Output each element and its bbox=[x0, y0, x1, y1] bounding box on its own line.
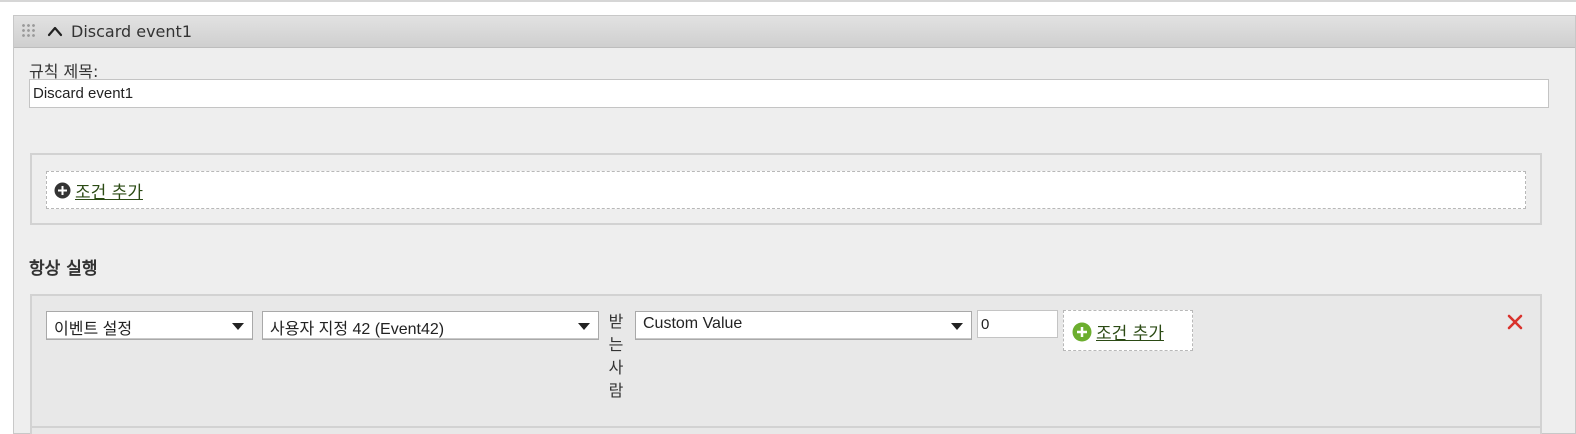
top-border bbox=[0, 0, 1576, 2]
value-type-value: Custom Value bbox=[643, 315, 743, 332]
chevron-down-icon bbox=[232, 323, 244, 330]
event-select[interactable]: 사용자 지정 42 (Event42) bbox=[262, 311, 599, 340]
add-condition-label: 조건 추가 bbox=[75, 183, 143, 203]
chevron-down-icon bbox=[951, 323, 963, 330]
recipient-char: 사 bbox=[608, 358, 624, 377]
always-run-heading: 항상 실행 bbox=[29, 259, 98, 279]
recipient-label: 받 는 사 람 bbox=[605, 310, 627, 402]
custom-value-input[interactable] bbox=[977, 310, 1058, 338]
conditions-box: 조건 추가 bbox=[30, 153, 1542, 225]
inline-add-dropzone: 조건 추가 bbox=[1063, 310, 1193, 351]
chevron-up-icon[interactable] bbox=[46, 23, 64, 41]
actions-divider bbox=[32, 426, 1540, 428]
rule-header[interactable]: Discard event1 bbox=[14, 16, 1575, 48]
rule-header-title: Discard event1 bbox=[71, 22, 192, 41]
add-condition-inline-link[interactable]: 조건 추가 bbox=[1072, 319, 1164, 344]
add-condition-link[interactable]: 조건 추가 bbox=[54, 178, 143, 203]
actions-box: 이벤트 설정 사용자 지정 42 (Event42) 받 는 사 람 Custo… bbox=[30, 294, 1542, 434]
action-type-value: 이벤트 설정 bbox=[54, 321, 133, 338]
close-icon[interactable] bbox=[1507, 314, 1523, 330]
conditions-dropzone: 조건 추가 bbox=[46, 171, 1526, 209]
rule-panel: Discard event1 규칙 제목: 조건 추가 항상 실행 이벤트 설정… bbox=[13, 15, 1576, 434]
drag-handle-icon[interactable] bbox=[21, 23, 37, 39]
plus-circle-icon bbox=[54, 182, 71, 199]
recipient-char: 받 bbox=[608, 312, 624, 331]
event-value: 사용자 지정 42 (Event42) bbox=[270, 321, 445, 338]
action-type-select[interactable]: 이벤트 설정 bbox=[46, 311, 253, 340]
value-type-select[interactable]: Custom Value bbox=[635, 311, 972, 340]
add-condition-inline-label: 조건 추가 bbox=[1096, 324, 1164, 344]
plus-circle-green-icon bbox=[1072, 322, 1092, 341]
recipient-char: 람 bbox=[608, 381, 624, 400]
recipient-char: 는 bbox=[608, 335, 624, 354]
rule-title-input[interactable] bbox=[29, 79, 1549, 108]
chevron-down-icon bbox=[578, 323, 590, 330]
